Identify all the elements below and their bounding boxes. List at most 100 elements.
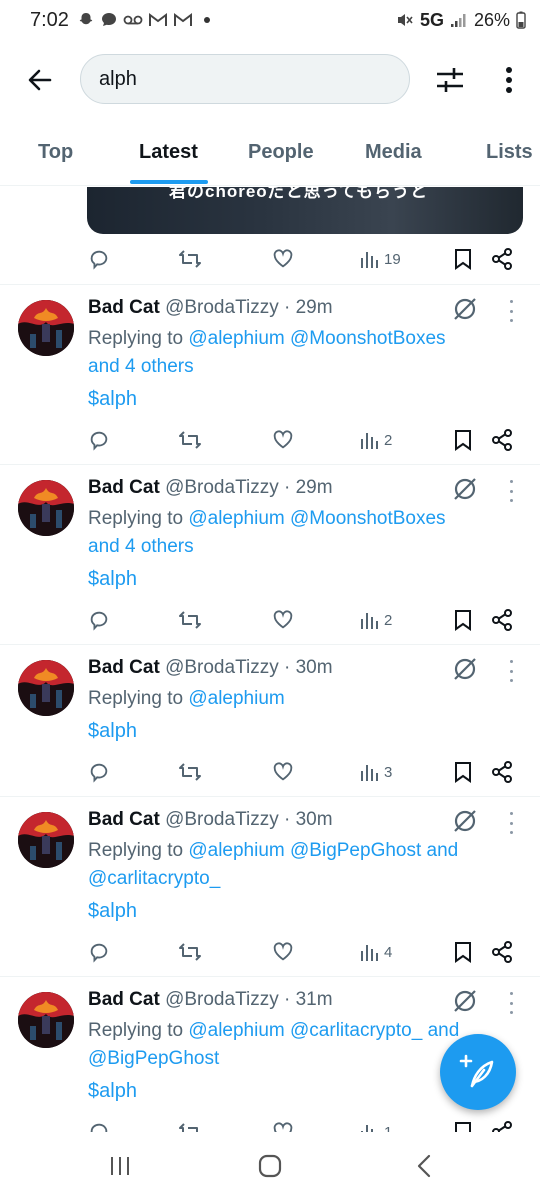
grok-button[interactable] [452,296,478,322]
cashtag-link[interactable]: $alph [88,720,137,743]
views-button[interactable]: 2 [360,425,392,455]
views-count: 3 [384,763,393,781]
tweet-media[interactable]: 君のchoreoだと思ってもらうと [87,187,523,234]
tweet-more-button[interactable] [506,992,516,1014]
reply-button[interactable] [88,757,110,787]
retweet-button[interactable] [178,757,202,787]
reply-icon [90,943,108,963]
tab-media[interactable]: Media [365,141,422,164]
reply-button[interactable] [88,937,110,967]
display-name[interactable]: Bad Cat [88,477,160,498]
tweet-more-button[interactable] [506,480,516,502]
search-filters-button[interactable] [434,64,466,96]
avatar[interactable] [18,992,74,1048]
like-button[interactable] [272,937,294,967]
back-button[interactable] [22,62,58,98]
reply-button[interactable] [88,425,110,455]
tweet-card[interactable]: Bad Cat @BrodaTizzy · 30m Replying to @a… [0,796,540,976]
search-header: alph [0,50,540,110]
like-button[interactable] [272,757,294,787]
avatar[interactable] [18,812,74,868]
tab-latest[interactable]: Latest [139,141,198,164]
bookmark-button[interactable] [454,425,472,455]
compose-tweet-button[interactable] [440,1034,516,1110]
recent-apps-button[interactable] [100,1150,140,1182]
search-input[interactable]: alph [80,54,410,104]
share-button[interactable] [491,425,513,455]
views-button[interactable]: 4 [360,937,392,967]
share-button[interactable] [491,757,513,787]
tweet-card[interactable]: Bad Cat @BrodaTizzy · 29m Replying to @a… [0,284,540,464]
bookmark-button[interactable] [454,757,472,787]
tab-people[interactable]: People [248,141,314,164]
tweet-card[interactable]: Bad Cat @BrodaTizzy · 30m Replying to @a… [0,644,540,796]
retweet-button[interactable] [178,244,202,274]
mention-link[interactable]: and 4 others [88,536,194,557]
tab-top[interactable]: Top [38,141,73,164]
like-button[interactable] [272,244,294,274]
mention-link[interactable]: and 4 others [88,356,194,377]
replying-to: Replying to @alephium @BigPepGhost and @c… [88,837,508,893]
tweet-feed[interactable]: 君のchoreoだと思ってもらうと 19 Bad Cat @BrodaTizzy… [0,187,540,1132]
views-button[interactable]: 19 [360,244,401,274]
mention-link[interactable]: @alephium @MoonshotBoxes [188,328,445,349]
mention-link[interactable]: @alephium [188,688,284,709]
reply-button[interactable] [88,244,110,274]
display-name[interactable]: Bad Cat [88,657,160,678]
cashtag-link[interactable]: $alph [88,568,137,591]
display-name[interactable]: Bad Cat [88,297,160,318]
grok-button[interactable] [452,988,478,1014]
tweet-more-button[interactable] [506,660,516,682]
share-button[interactable] [491,244,513,274]
mention-link[interactable]: @alephium @MoonshotBoxes [188,508,445,529]
tab-lists[interactable]: Lists [486,141,533,164]
cashtag-link[interactable]: $alph [88,388,137,411]
back-nav-button[interactable] [404,1150,444,1182]
cashtag-link[interactable]: $alph [88,1080,137,1103]
views-button[interactable]: 3 [360,757,392,787]
retweet-button[interactable] [178,425,202,455]
retweet-button[interactable] [178,937,202,967]
bookmark-button[interactable] [454,1117,472,1132]
views-button[interactable]: 1 [360,1117,392,1132]
grok-button[interactable] [452,808,478,834]
tweet-actions: 2 [88,425,518,455]
mention-link[interactable]: @carlitacrypto_ [88,868,220,889]
avatar[interactable] [18,300,74,356]
grok-button[interactable] [452,476,478,502]
views-count: 19 [384,250,401,268]
gmail-icon-2 [173,13,192,26]
tweet-card[interactable]: Bad Cat @BrodaTizzy · 29m Replying to @a… [0,464,540,644]
display-name[interactable]: Bad Cat [88,989,160,1010]
share-button[interactable] [491,605,513,635]
views-button[interactable]: 2 [360,605,392,635]
overflow-menu-button[interactable] [494,64,524,96]
retweet-button[interactable] [178,1117,202,1132]
like-button[interactable] [272,1117,294,1132]
tweet-more-button[interactable] [506,300,516,322]
mention-link[interactable]: @alephium @carlitacrypto_ and [188,1020,459,1041]
home-button[interactable] [250,1150,290,1182]
mention-link[interactable]: @alephium @BigPepGhost and [188,840,458,861]
like-button[interactable] [272,605,294,635]
share-button[interactable] [491,937,513,967]
reply-button[interactable] [88,605,110,635]
mention-link[interactable]: @BigPepGhost [88,1048,219,1069]
avatar[interactable] [18,660,74,716]
tweet-more-button[interactable] [506,812,516,834]
share-icon [492,1121,512,1132]
like-button[interactable] [272,425,294,455]
display-name[interactable]: Bad Cat [88,809,160,830]
cashtag-link[interactable]: $alph [88,900,137,923]
share-button[interactable] [491,1117,513,1132]
bookmark-button[interactable] [454,605,472,635]
avatar[interactable] [18,480,74,536]
tweet-actions: 4 [88,937,518,967]
retweet-button[interactable] [178,605,202,635]
grok-button[interactable] [452,656,478,682]
bookmark-button[interactable] [454,244,472,274]
retweet-icon [179,943,201,961]
bookmark-button[interactable] [454,937,472,967]
retweet-icon [179,611,201,629]
reply-button[interactable] [88,1117,110,1132]
